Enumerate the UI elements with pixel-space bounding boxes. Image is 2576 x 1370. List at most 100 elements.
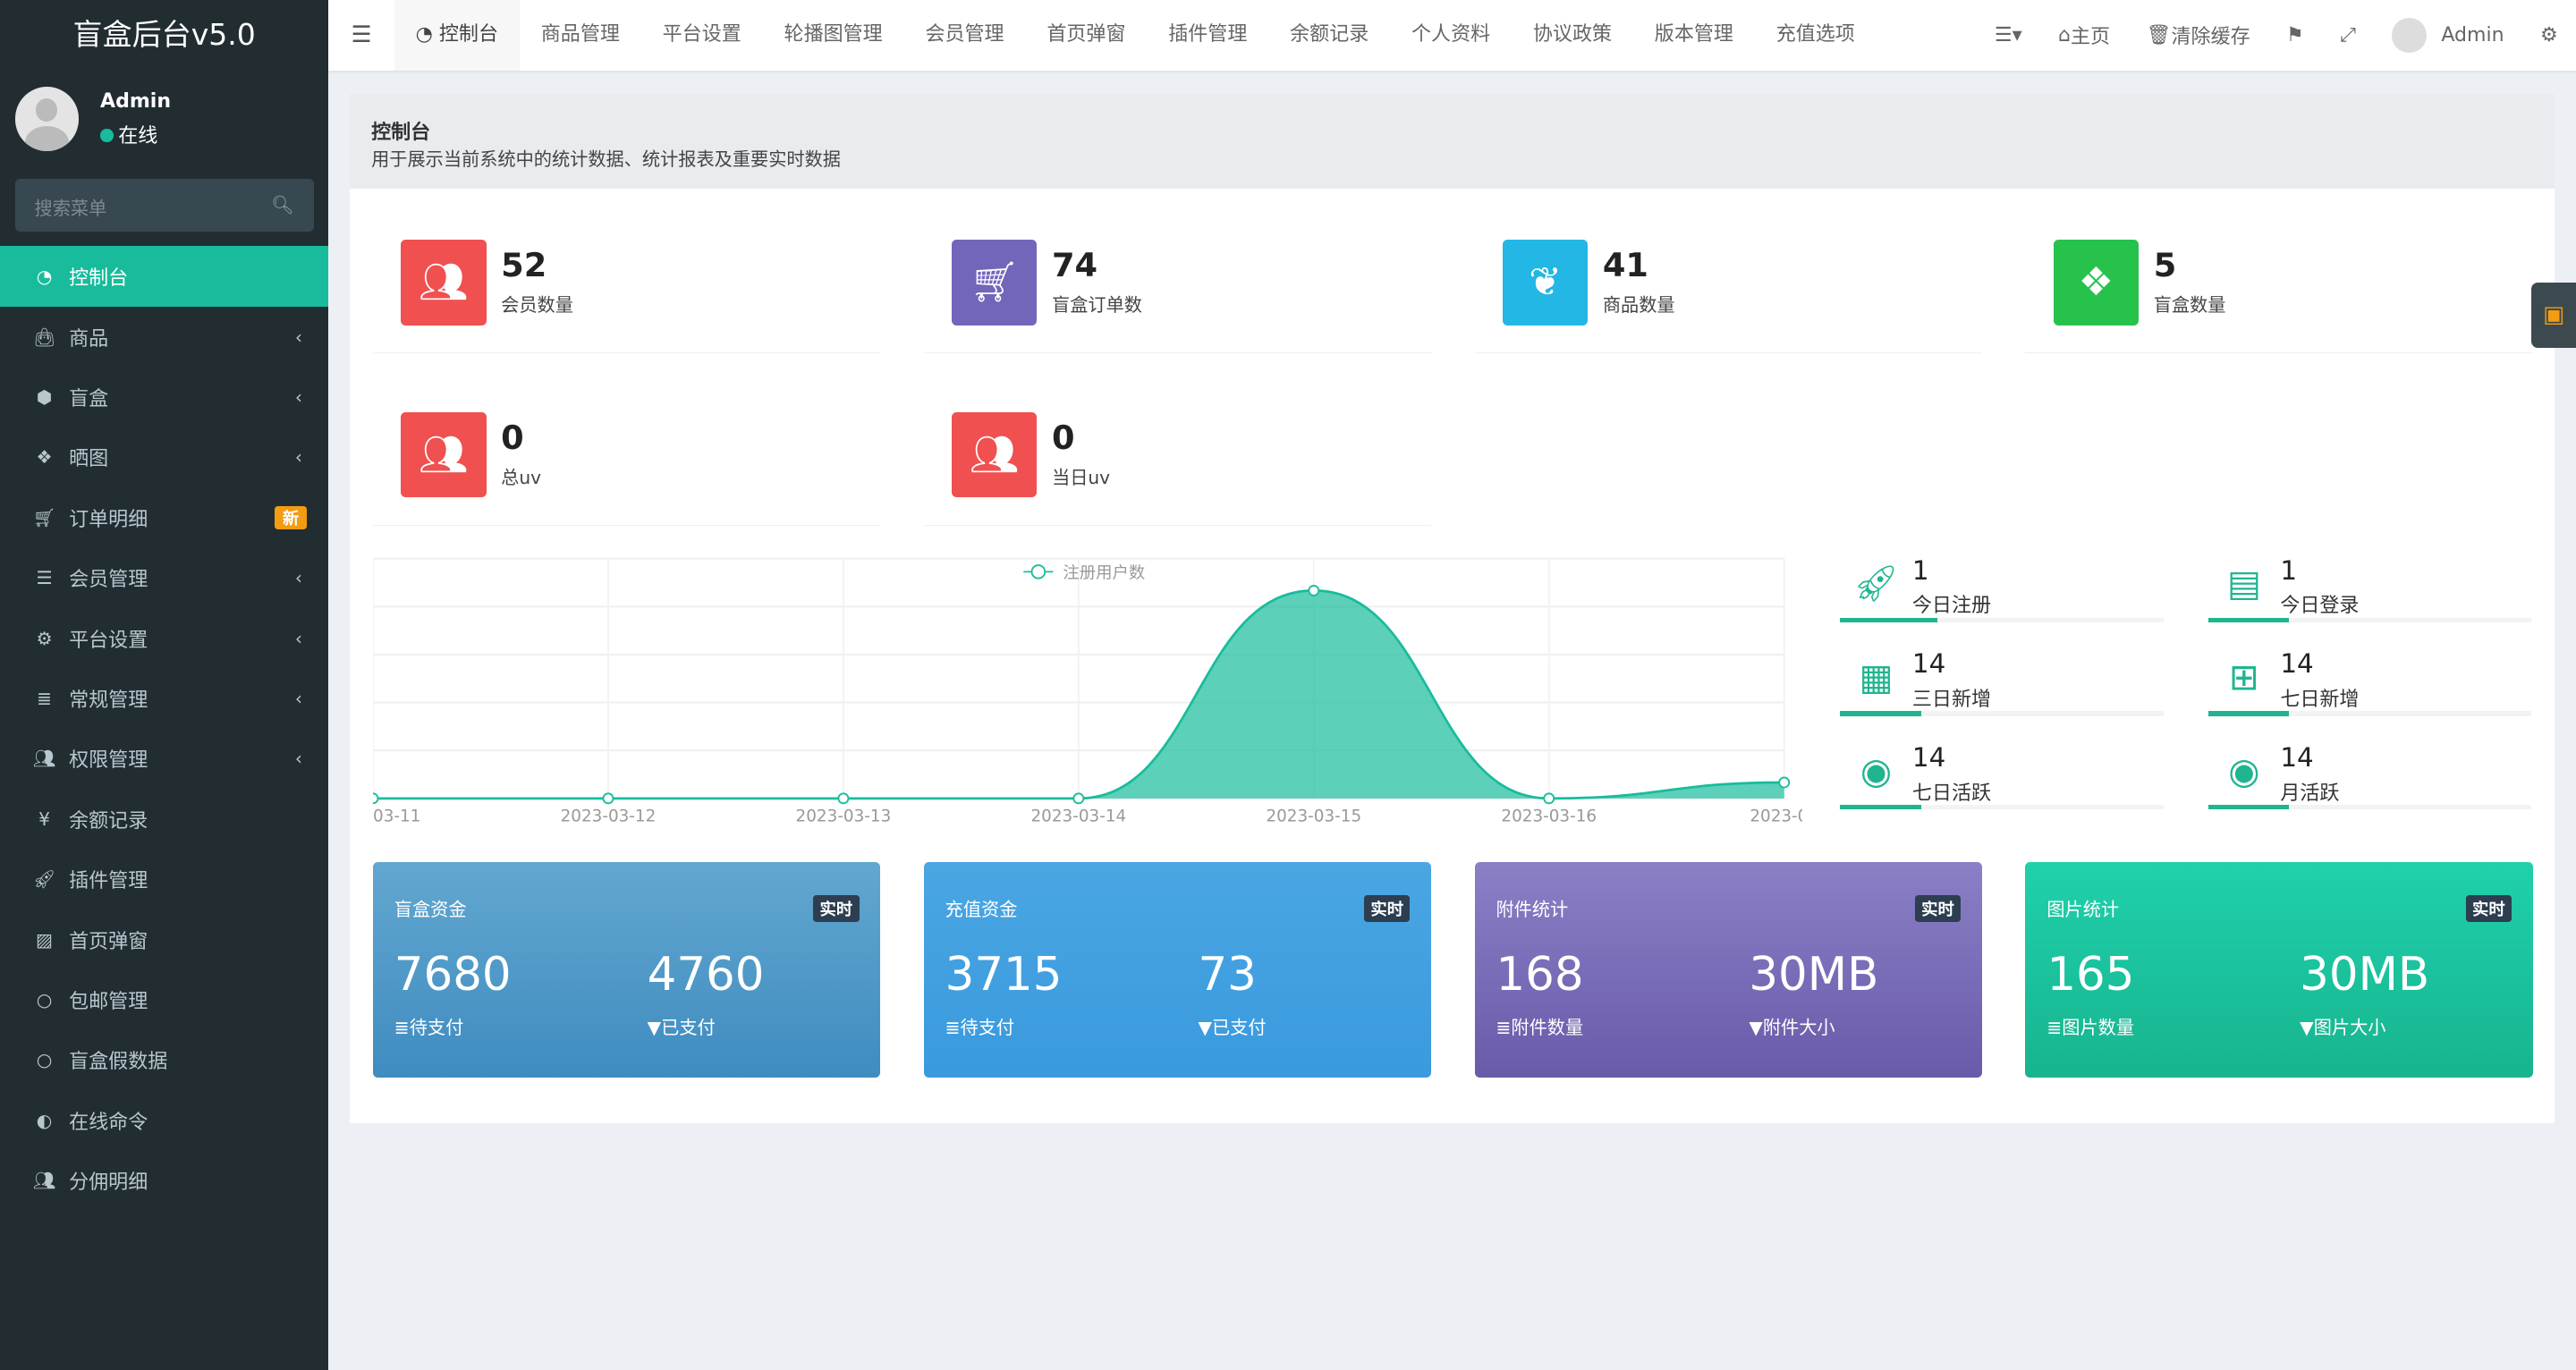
sidebar-item-6[interactable]: ⚙ 平台设置 ‹ bbox=[0, 608, 328, 668]
sidebar-item-7[interactable]: ≣ 常规管理 ‹ bbox=[0, 668, 328, 728]
more-menu-button[interactable]: ☰▾ bbox=[1977, 24, 2040, 47]
sidebar-item-8[interactable]: 👥︎ 权限管理 ‹ bbox=[0, 729, 328, 789]
card-value-2: 73 bbox=[1198, 947, 1257, 1002]
sidebar-item-5[interactable]: ☰ 会员管理 ‹ bbox=[0, 548, 328, 608]
home-label: 主页 bbox=[2071, 26, 2111, 49]
home-link[interactable]: ⌂ 主页 bbox=[2040, 21, 2128, 49]
page-title: 控制台 bbox=[371, 122, 431, 145]
filter-icon: ▼ bbox=[647, 1017, 662, 1039]
chevron-left-icon: ‹ bbox=[294, 627, 302, 649]
card-label-1: ≣待支付 bbox=[394, 1013, 464, 1039]
data-point bbox=[1778, 776, 1791, 789]
card-label-2-text: 图片大小 bbox=[2313, 1017, 2386, 1039]
search-icon[interactable]: 🔍︎ bbox=[271, 194, 294, 216]
sidebar-item-14[interactable]: ◐ 在线命令 bbox=[0, 1090, 328, 1150]
circle-icon: ○ bbox=[36, 1049, 53, 1071]
home-icon: ⌂ bbox=[2058, 23, 2072, 47]
sidebar-item-2[interactable]: ⬢ 盲盒 ‹ bbox=[0, 367, 328, 427]
sidebar-item-label: 分佣明细 bbox=[69, 1171, 148, 1195]
stat-value: 0 bbox=[501, 419, 524, 458]
progress-bar bbox=[1840, 711, 2164, 716]
user-stat: ▤ 1 今日登录 bbox=[2207, 555, 2532, 649]
data-point bbox=[1308, 584, 1320, 596]
user-stat: ▦ 14 三日新增 bbox=[1840, 648, 2164, 742]
dropbox-icon: ❖ bbox=[2053, 240, 2140, 326]
tab-8[interactable]: 个人资料 bbox=[1390, 0, 1512, 71]
card-label-2-text: 附件大小 bbox=[1762, 1017, 1835, 1039]
user-stat: ◉ 14 月活跃 bbox=[2207, 742, 2532, 836]
top-navbar: ☰ ◔ 控制台 商品管理 平台设置 轮播图管理 会员管理 首页弹窗 插件管理 余额记录 个人资料… bbox=[328, 0, 2576, 71]
sidebar-item-3[interactable]: ❖ 晒图 ‹ bbox=[0, 427, 328, 487]
stat-value: 41 bbox=[1602, 246, 1648, 285]
clear-cache-button[interactable]: 🗑︎ 清除缓存 bbox=[2128, 21, 2268, 49]
settings-gears-icon[interactable]: ⚙ bbox=[2522, 24, 2576, 47]
card-title: 图片统计 bbox=[2046, 898, 2120, 920]
user-circle-icon: ◉ bbox=[2228, 748, 2260, 792]
tab-4[interactable]: 会员管理 bbox=[904, 0, 1026, 71]
tab-11[interactable]: 充值选项 bbox=[1755, 0, 1877, 71]
card-label-1-text: 附件数量 bbox=[1511, 1017, 1584, 1039]
sidebar-item-9[interactable]: ¥ 余额记录 bbox=[0, 789, 328, 849]
user-name: Admin bbox=[100, 90, 172, 113]
card-title: 盲盒资金 bbox=[394, 898, 467, 920]
filter-icon: ▼ bbox=[2300, 1017, 2314, 1039]
sidebar-item-label: 权限管理 bbox=[69, 749, 148, 773]
status-text: 在线 bbox=[118, 125, 158, 148]
data-point bbox=[372, 792, 379, 805]
sidebar-item-4[interactable]: 🛒︎ 订单明细 新 bbox=[0, 487, 328, 547]
tab-9[interactable]: 协议政策 bbox=[1512, 0, 1633, 71]
users-icon: 👥︎ bbox=[401, 240, 487, 326]
tab-5[interactable]: 首页弹窗 bbox=[1025, 0, 1147, 71]
stat-label: 会员数量 bbox=[501, 294, 573, 317]
x-tick-label: 2023-03-14 bbox=[1030, 807, 1126, 825]
database-icon: ≣ bbox=[394, 1017, 410, 1039]
tab-3[interactable]: 轮播图管理 bbox=[763, 0, 904, 71]
card-value-2: 30MB bbox=[1749, 947, 1879, 1002]
trash-icon: 🗑︎ bbox=[2146, 23, 2172, 47]
tab-label: 个人资料 bbox=[1411, 23, 1491, 46]
sidebar-item-13[interactable]: ○ 盲盒假数据 bbox=[0, 1030, 328, 1090]
stat-box: ❦ 41 商品数量 bbox=[1474, 214, 1983, 353]
language-icon[interactable]: ⚑ bbox=[2268, 24, 2322, 47]
user-circle-icon: ◉ bbox=[1860, 748, 1893, 792]
card-label-2-text: 已支付 bbox=[661, 1017, 716, 1039]
card-title: 充值资金 bbox=[945, 898, 1018, 920]
stat-label: 总uv bbox=[501, 466, 542, 488]
side-drawer-toggle-icon[interactable]: ▣ bbox=[2531, 282, 2576, 349]
tab-0[interactable]: ◔ 控制台 bbox=[394, 0, 520, 71]
stat-box: 👥︎ 52 会员数量 bbox=[372, 214, 881, 353]
sidebar-item-label: 在线命令 bbox=[69, 1111, 148, 1134]
tab-2[interactable]: 平台设置 bbox=[641, 0, 763, 71]
clear-cache-label: 清除缓存 bbox=[2171, 26, 2250, 49]
sidebar-item-12[interactable]: ○ 包邮管理 bbox=[0, 969, 328, 1029]
header-avatar bbox=[2392, 18, 2427, 53]
progress-fill bbox=[1840, 617, 1937, 623]
header-user-name: Admin bbox=[2441, 23, 2504, 47]
tab-10[interactable]: 版本管理 bbox=[1633, 0, 1755, 71]
fullscreen-icon[interactable]: ⤢ bbox=[2322, 24, 2374, 47]
menu-toggle-icon[interactable]: ☰ bbox=[328, 21, 394, 48]
sidebar-item-0[interactable]: ◔ 控制台 bbox=[0, 246, 329, 307]
new-badge: 新 bbox=[274, 505, 308, 529]
navbar-right: ☰▾ ⌂ 主页 🗑︎ 清除缓存 ⚑ ⤢ Admin ⚙ bbox=[1977, 0, 2576, 71]
summary-card: 图片统计 实时 165 30MB ≣图片数量 ▼图片大小 bbox=[2025, 862, 2533, 1078]
sidebar-item-label: 控制台 bbox=[69, 267, 129, 291]
progress-fill bbox=[2207, 711, 2289, 716]
app-root: 盲盒后台v5.0 Admin 在线 搜索菜单 🔍︎ ◔ 控制台 👜︎ 商品 ‹ ⬢ 盲盒 ‹ ❖ 晒… bbox=[0, 0, 2576, 1370]
user-stat-label: 七日新增 bbox=[2280, 689, 2360, 712]
user-menu[interactable]: Admin bbox=[2374, 18, 2522, 53]
user-stat-value: 14 bbox=[2280, 742, 2314, 774]
tab-label: 平台设置 bbox=[662, 23, 741, 46]
tab-7[interactable]: 余额记录 bbox=[1268, 0, 1390, 71]
tab-1[interactable]: 商品管理 bbox=[520, 0, 641, 71]
sidebar-item-10[interactable]: 🚀︎ 插件管理 bbox=[0, 850, 328, 909]
sidebar-item-15[interactable]: 👥︎ 分佣明细 bbox=[0, 1151, 328, 1211]
stat-label: 商品数量 bbox=[1602, 294, 1675, 317]
app-logo[interactable]: 盲盒后台v5.0 bbox=[0, 0, 328, 71]
menu-search-input[interactable]: 搜索菜单 🔍︎ bbox=[14, 179, 314, 232]
sidebar-item-1[interactable]: 👜︎ 商品 ‹ bbox=[0, 307, 328, 367]
dropbox-icon: ❖ bbox=[36, 446, 53, 469]
tab-6[interactable]: 插件管理 bbox=[1147, 0, 1268, 71]
sidebar-item-11[interactable]: ▨ 首页弹窗 bbox=[0, 909, 328, 969]
sidebar-item-label: 盲盒假数据 bbox=[69, 1051, 168, 1074]
